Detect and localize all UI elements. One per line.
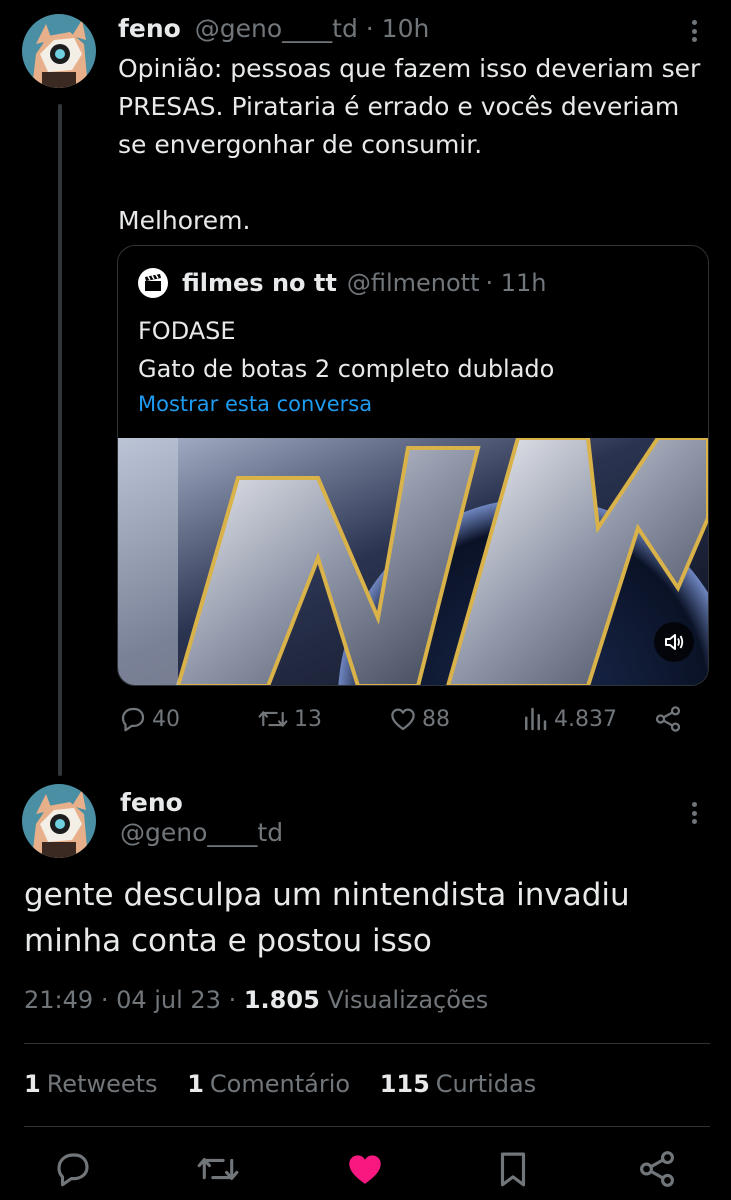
- avatar[interactable]: [22, 784, 96, 858]
- reply-button[interactable]: 40: [118, 704, 180, 734]
- share-icon: [655, 706, 681, 732]
- more-icon[interactable]: [684, 16, 704, 46]
- share-button[interactable]: [636, 1148, 678, 1194]
- likes-label: Curtidas: [435, 1070, 537, 1098]
- retweet-button[interactable]: 13: [256, 704, 322, 734]
- more-icon[interactable]: [684, 798, 704, 828]
- views-label: Visualizações: [327, 986, 489, 1014]
- like-button[interactable]: [343, 1148, 387, 1194]
- retweet-button[interactable]: [194, 1148, 242, 1194]
- tweet-text: gente desculpa um nintendista invadiu mi…: [24, 872, 714, 964]
- avatar[interactable]: [22, 14, 96, 88]
- comments-stat[interactable]: 1 Comentário: [187, 1070, 350, 1098]
- comments-count: 1: [187, 1070, 204, 1098]
- views-count: 4.837: [554, 706, 617, 732]
- divider: [24, 1126, 710, 1127]
- comments-label: Comentário: [209, 1070, 351, 1098]
- tweet-meta: 21:49 · 04 jul 23 · 1.805 Visualizações: [24, 986, 488, 1014]
- share-icon: [640, 1151, 674, 1187]
- bookmark-icon: [500, 1152, 526, 1187]
- quote-text-line: Gato de botas 2 completo dublado: [138, 355, 555, 383]
- heart-icon: [391, 708, 415, 731]
- author-name[interactable]: feno: [120, 788, 183, 817]
- retweet-count: 13: [294, 706, 322, 732]
- quoted-tweet-card[interactable]: filmes no tt @filmenott · 11h FODASE Gat…: [117, 245, 709, 686]
- views-count: 1.805: [243, 986, 320, 1014]
- quote-author-handle[interactable]: @filmenott: [347, 269, 480, 297]
- quote-text-line: FODASE: [138, 317, 236, 345]
- tweet-time[interactable]: 21:49: [24, 986, 93, 1014]
- tweet-text-line: gente desculpa um nintendista invadiu: [24, 877, 630, 913]
- tweet-actions: 40 13 88 4.837: [118, 704, 710, 744]
- likes-count: 115: [379, 1070, 430, 1098]
- quote-author-name[interactable]: filmes no tt: [182, 269, 337, 297]
- tweet-text-line: se envergonhar de consumir.: [118, 130, 483, 159]
- retweets-stat[interactable]: 1 Retweets: [24, 1070, 158, 1098]
- tweet-text-line: minha conta e postou isso: [24, 923, 432, 959]
- retweet-icon: [197, 1158, 239, 1180]
- tweet-text-line: Opinião: pessoas que fazem isso deveriam…: [118, 54, 701, 83]
- retweets-count: 1: [24, 1070, 41, 1098]
- tweet-time[interactable]: · 10h: [366, 14, 430, 43]
- quote-text: FODASE Gato de botas 2 completo dublado: [138, 312, 554, 388]
- heart-icon: [349, 1155, 381, 1184]
- reply-icon: [57, 1153, 89, 1187]
- reply-button[interactable]: [52, 1148, 94, 1194]
- speaker-icon[interactable]: [654, 622, 694, 662]
- like-count: 88: [422, 706, 450, 732]
- share-button[interactable]: [652, 704, 688, 734]
- quote-time[interactable]: · 11h: [485, 269, 546, 297]
- views-icon: [525, 707, 547, 731]
- author-name[interactable]: feno: [118, 14, 181, 43]
- thread-line: [58, 104, 62, 776]
- reply-icon: [121, 707, 145, 732]
- engagement-stats: 1 Retweets 1 Comentário 115 Curtidas: [24, 1070, 558, 1098]
- likes-stat[interactable]: 115 Curtidas: [380, 1070, 536, 1098]
- tweet-text-line: PRESAS. Pirataria é errado e vocês dever…: [118, 92, 680, 121]
- tweet-date[interactable]: · 04 jul 23 ·: [101, 986, 236, 1014]
- bookmark-button[interactable]: [492, 1148, 534, 1194]
- retweets-label: Retweets: [46, 1070, 158, 1098]
- quote-header: filmes no tt @filmenott · 11h: [138, 268, 547, 298]
- author-handle[interactable]: @geno____td: [195, 14, 358, 43]
- tweet-text-line: Melhorem.: [118, 206, 251, 235]
- tweet-text: Opinião: pessoas que fazem isso deveriam…: [118, 50, 718, 240]
- like-button[interactable]: 88: [388, 704, 450, 734]
- tweet-action-bar: [0, 1148, 731, 1192]
- views-button[interactable]: 4.837: [520, 704, 617, 734]
- clapperboard-icon: [138, 268, 168, 298]
- video-thumbnail[interactable]: [118, 438, 708, 685]
- show-thread-link[interactable]: Mostrar esta conversa: [138, 392, 372, 416]
- divider: [24, 1043, 710, 1044]
- reply-count: 40: [152, 706, 180, 732]
- tweet-header: feno @geno____td · 10h: [118, 14, 429, 43]
- retweet-icon: [258, 711, 288, 727]
- author-handle[interactable]: @geno____td: [120, 818, 283, 847]
